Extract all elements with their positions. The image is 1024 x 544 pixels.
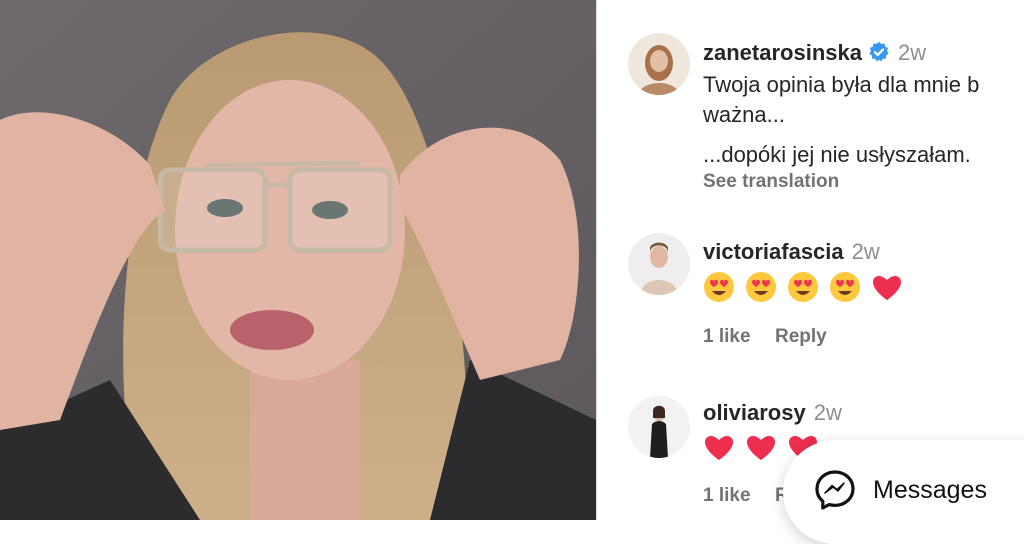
- comment-emoji-row: [703, 271, 903, 303]
- comment-avatar-victoriafascia[interactable]: [628, 233, 690, 295]
- red-heart-emoji: [873, 275, 901, 300]
- comment-username[interactable]: victoriafascia: [703, 239, 844, 264]
- heart-eyes-emoji: [746, 272, 776, 302]
- author-username[interactable]: zanetarosinska: [703, 40, 862, 65]
- reply-button[interactable]: Reply: [775, 326, 827, 348]
- see-translation-link[interactable]: See translation: [703, 171, 839, 193]
- red-heart-emoji: [747, 435, 775, 460]
- video-player[interactable]: [0, 0, 596, 520]
- caption-line-3: ...dopóki jej nie usłyszałam.: [703, 142, 971, 167]
- comment-username-row: oliviarosy 2w: [703, 400, 842, 426]
- comment-likes[interactable]: 1 like: [703, 485, 751, 507]
- comment-likes[interactable]: 1 like: [703, 326, 751, 348]
- author-username-row: zanetarosinska 2w: [703, 40, 926, 66]
- comment-timestamp: 2w: [851, 239, 880, 264]
- author-avatar[interactable]: [628, 33, 690, 95]
- heart-eyes-emoji: [830, 272, 860, 302]
- messages-button[interactable]: Messages: [783, 440, 1024, 544]
- red-heart-emoji: [705, 435, 733, 460]
- messenger-icon: [815, 470, 855, 510]
- messages-label: Messages: [873, 476, 987, 504]
- video-frame: [0, 0, 596, 520]
- comment-username-row: victoriafascia 2w: [703, 239, 880, 265]
- author-timestamp: 2w: [897, 40, 927, 65]
- heart-eyes-emoji: [788, 272, 818, 302]
- verified-badge-icon: [869, 41, 889, 62]
- comment-username[interactable]: oliviarosy: [703, 400, 806, 425]
- heart-eyes-emoji: [704, 272, 734, 302]
- post-caption: Twoja opinia była dla mnie b ważna... ..…: [703, 70, 979, 170]
- comment-timestamp: 2w: [813, 400, 842, 425]
- caption-line-2: ważna...: [703, 102, 785, 127]
- comment-avatar-oliviarosy[interactable]: [628, 396, 690, 458]
- caption-line-1: Twoja opinia była dla mnie b: [703, 72, 980, 97]
